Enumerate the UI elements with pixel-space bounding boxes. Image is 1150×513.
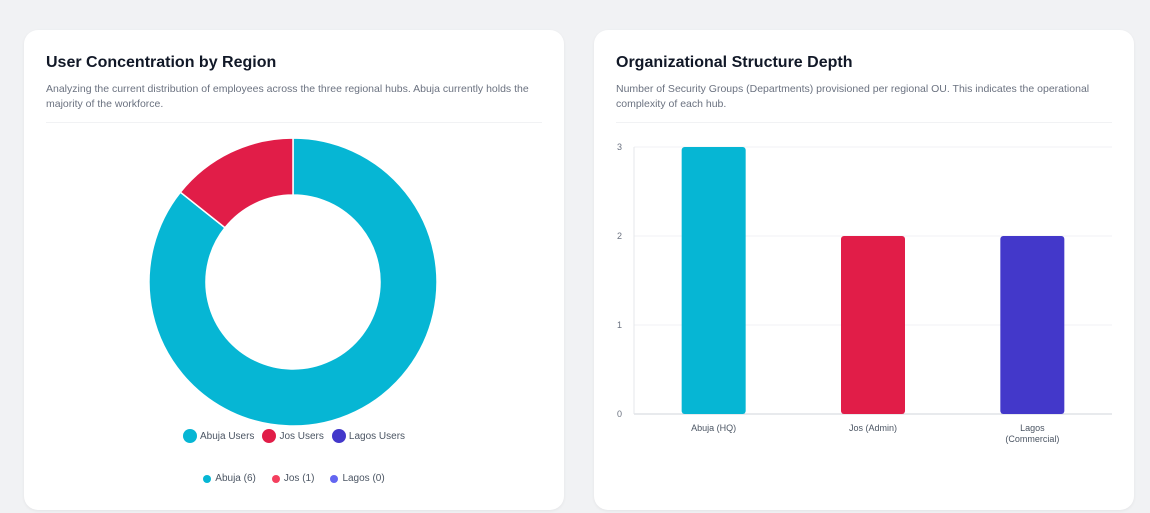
y-tick-label: 3 [617,142,622,152]
legend-swatch-abuja [203,474,212,483]
legend-label: Jos Users [279,430,324,442]
legend-item-abuja-users[interactable]: Abuja Users [182,429,255,443]
x-tick-label: Abuja (HQ) [691,423,736,433]
legend-item-lagos-users[interactable]: Lagos Users [331,429,406,443]
legend-label: Abuja Users [199,430,255,442]
legend-swatch-jos [262,429,277,443]
bar-jos[interactable] [841,236,905,414]
legend-item-jos-users[interactable]: Jos Users [262,429,324,443]
x-tick-label: Jos (Admin) [849,423,897,433]
y-tick-label: 2 [617,231,622,241]
y-tick-label: 0 [617,409,622,419]
x-tick-label: Lagos [1020,423,1045,433]
legend-item-abuja-count: Abuja (6) [203,473,256,484]
structure-depth-card: Organizational Structure Depth Number of… [594,30,1134,510]
y-tick-label: 1 [617,320,622,330]
legend-label: Lagos Users [348,430,406,442]
bar-chart: 0 1 2 3 Abuja (HQ) Jos (Admin) Lagos(Commercia… [617,142,1112,444]
legend-label: Lagos (0) [342,473,385,484]
bar-lagos[interactable] [1000,236,1065,414]
x-tick-label: (Commercial) [1005,434,1059,444]
legend-label: Abuja (6) [215,473,256,484]
donut-legend-secondary: Abuja (6) Jos (1) Lagos (0) [24,473,564,484]
legend-swatch-lagos [331,429,346,443]
legend-swatch-lagos [330,474,339,483]
legend-swatch-jos [271,474,280,483]
bar-abuja[interactable] [681,147,746,414]
user-concentration-card: User Concentration by Region Analyzing t… [24,30,564,510]
legend-swatch-abuja [182,429,197,443]
legend-item-lagos-count: Lagos (0) [330,473,385,484]
donut-legend-primary: Abuja Users Jos Users Lagos Users [24,429,564,443]
legend-label: Jos (1) [283,473,315,484]
legend-item-jos-count: Jos (1) [271,473,315,484]
